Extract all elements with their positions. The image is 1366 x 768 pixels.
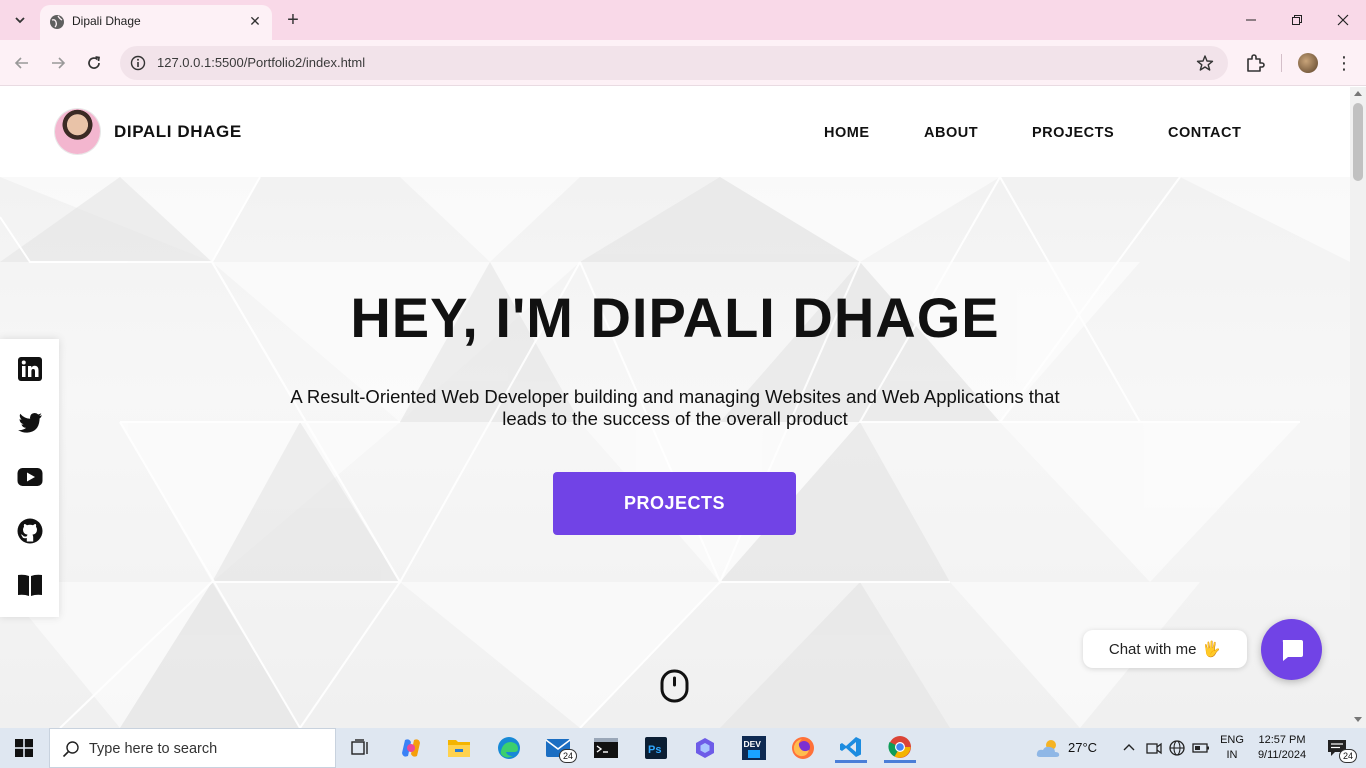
dev-icon[interactable]: DEV xyxy=(738,733,770,763)
clock-date: 9/11/2024 xyxy=(1257,749,1307,761)
tab-title: Dipali Dhage xyxy=(72,14,141,28)
forward-icon[interactable] xyxy=(46,51,70,75)
linkedin-icon[interactable] xyxy=(16,355,44,383)
vscode-icon[interactable] xyxy=(835,733,867,763)
network-globe-icon[interactable] xyxy=(1168,739,1186,757)
windows-start-icon[interactable] xyxy=(0,728,48,768)
battery-icon[interactable] xyxy=(1192,739,1210,757)
copilot-icon[interactable] xyxy=(395,733,427,763)
nav-home[interactable]: HOME xyxy=(824,125,870,141)
globe-icon xyxy=(50,15,64,29)
task-view-icon[interactable] xyxy=(344,733,376,763)
minimize-icon[interactable] xyxy=(1228,6,1274,34)
app-icon[interactable] xyxy=(689,733,721,763)
hero-title: HEY, I'M DIPALI DHAGE xyxy=(350,286,1000,349)
nav-projects[interactable]: PROJECTS xyxy=(1032,125,1114,141)
taskbar-search[interactable]: Type here to search xyxy=(49,728,336,768)
chrome-icon[interactable] xyxy=(884,733,916,763)
weather-temperature[interactable]: 27°C xyxy=(1068,740,1097,755)
chat-label[interactable]: Chat with me 🖐 xyxy=(1083,630,1247,668)
search-icon xyxy=(62,741,79,758)
file-explorer-icon[interactable] xyxy=(443,733,475,763)
windows-taskbar: Type here to search 24 Ps DEV 27°C ENG I… xyxy=(0,728,1366,768)
photoshop-icon[interactable]: Ps xyxy=(640,733,672,763)
url-text[interactable]: 127.0.0.1:5500/Portfolio2/index.html xyxy=(157,55,365,70)
page-viewport: DIPALI DHAGE HOME ABOUT PROJECTS CONTACT xyxy=(0,87,1350,728)
language-indicator[interactable]: ENG IN xyxy=(1218,733,1246,763)
notification-badge: 24 xyxy=(1339,749,1357,763)
mail-icon[interactable]: 24 xyxy=(542,733,577,763)
back-icon[interactable] xyxy=(10,51,34,75)
scroll-down-arrow[interactable] xyxy=(1354,717,1362,722)
book-icon[interactable] xyxy=(16,571,44,599)
weather-icon[interactable] xyxy=(1036,737,1062,759)
twitter-icon[interactable] xyxy=(16,409,44,437)
terminal-icon[interactable] xyxy=(590,733,622,763)
notifications-icon[interactable]: 24 xyxy=(1320,733,1357,763)
close-icon[interactable]: ✕ xyxy=(246,12,264,30)
browser-tab[interactable]: Dipali Dhage ✕ xyxy=(40,5,272,40)
language-bottom: IN xyxy=(1226,749,1238,761)
toolbar-divider xyxy=(1281,54,1282,72)
page-scrollbar[interactable] xyxy=(1350,87,1366,728)
plus-icon[interactable]: + xyxy=(282,9,304,31)
avatar[interactable] xyxy=(55,109,100,154)
site-info-icon[interactable] xyxy=(130,55,146,71)
svg-text:Ps: Ps xyxy=(648,744,661,756)
brand-name[interactable]: DIPALI DHAGE xyxy=(114,122,242,142)
scroll-thumb[interactable] xyxy=(1353,103,1363,181)
chat-label-text: Chat with me xyxy=(1108,640,1197,658)
hero-subtitle: A Result-Oriented Web Developer building… xyxy=(290,386,1060,429)
scroll-mouse-icon[interactable] xyxy=(660,669,689,703)
scroll-up-arrow[interactable] xyxy=(1354,91,1362,96)
kebab-menu-icon[interactable]: ⋮ xyxy=(1334,52,1354,74)
clock-time: 12:57 PM xyxy=(1258,734,1306,746)
chevron-up-icon[interactable] xyxy=(1120,739,1138,757)
browser-tab-bar: Dipali Dhage ✕ + xyxy=(0,0,1366,40)
language-top: ENG xyxy=(1220,734,1244,746)
chat-button[interactable] xyxy=(1261,619,1322,680)
waving-hand-icon: 🖐 xyxy=(1202,641,1222,658)
nav-about[interactable]: ABOUT xyxy=(924,125,978,141)
browser-toolbar: 127.0.0.1:5500/Portfolio2/index.html ⋮ xyxy=(0,40,1366,86)
firefox-icon[interactable] xyxy=(787,733,819,763)
youtube-icon[interactable] xyxy=(16,463,44,491)
edge-icon[interactable] xyxy=(493,733,525,763)
nav-contact[interactable]: CONTACT xyxy=(1168,125,1241,141)
close-window-icon[interactable] xyxy=(1320,6,1366,34)
clock[interactable]: 12:57 PM 9/11/2024 xyxy=(1252,733,1312,763)
meet-icon[interactable] xyxy=(1145,739,1163,757)
mail-badge: 24 xyxy=(559,749,577,763)
extensions-icon[interactable] xyxy=(1244,52,1266,74)
site-header: DIPALI DHAGE HOME ABOUT PROJECTS CONTACT xyxy=(0,87,1350,177)
star-icon[interactable] xyxy=(1196,54,1214,72)
social-sidebar xyxy=(0,339,59,617)
projects-button[interactable]: PROJECTS xyxy=(553,472,796,535)
address-bar[interactable]: 127.0.0.1:5500/Portfolio2/index.html xyxy=(120,46,1228,80)
reload-icon[interactable] xyxy=(82,51,106,75)
svg-text:DEV: DEV xyxy=(744,739,762,749)
profile-avatar[interactable] xyxy=(1298,53,1318,73)
chat-bubble-icon xyxy=(1282,639,1303,661)
restore-icon[interactable] xyxy=(1274,6,1320,34)
github-icon[interactable] xyxy=(16,517,44,545)
tab-search-icon[interactable] xyxy=(8,8,32,32)
search-placeholder: Type here to search xyxy=(89,741,218,757)
